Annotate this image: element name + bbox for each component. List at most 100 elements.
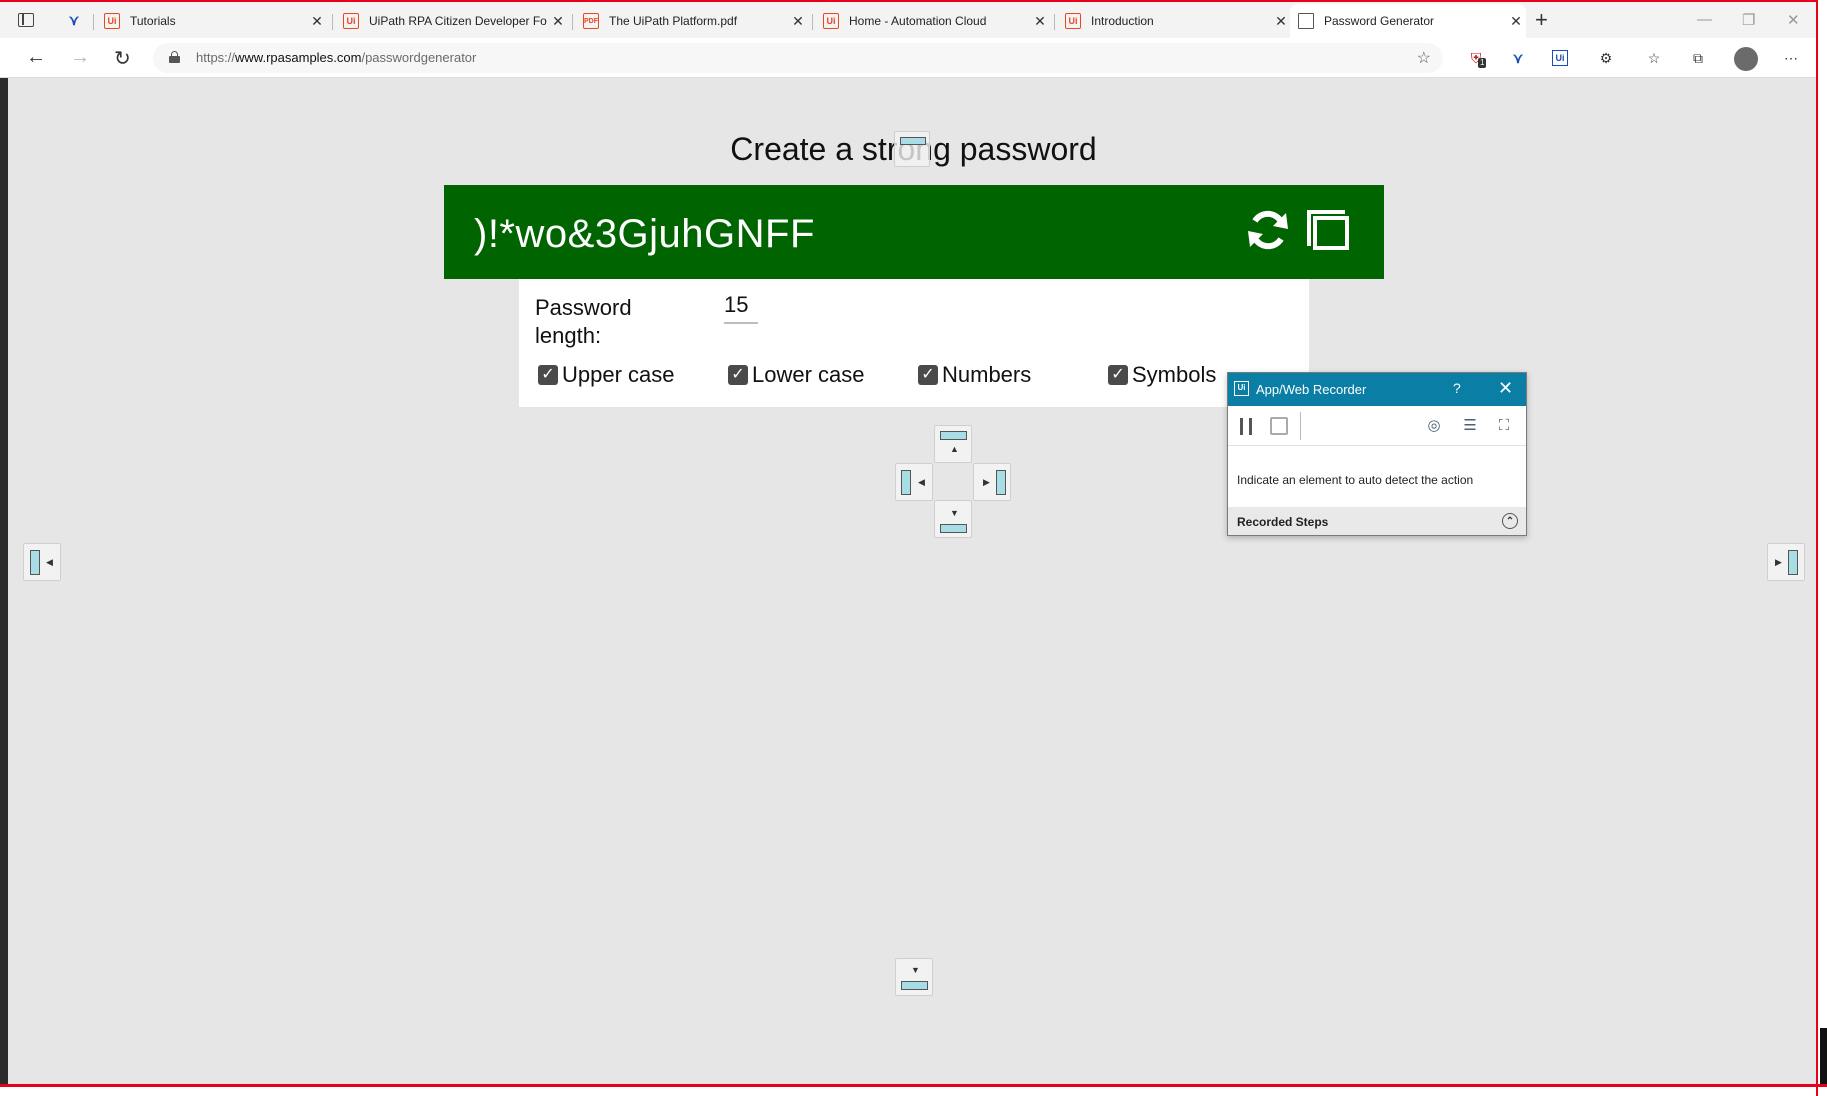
recorder-toolbar: ◎ ☰ ⛶ [1228, 406, 1526, 446]
scroll-right-edge-handle-icon[interactable]: ▶ [1767, 543, 1805, 581]
selection-frame [1816, 0, 1818, 1096]
handle-bar [900, 137, 926, 145]
options-panel: Password length: 15 ✓ Upper case ✓ Lower… [519, 279, 1309, 407]
tab-password-generator[interactable]: Password Generator ✕ [1290, 4, 1526, 38]
uipath-icon: Ui [104, 13, 120, 29]
url-host: www.rpasamples.com [235, 50, 362, 65]
scroll-right-handle-icon[interactable]: ▶ [973, 463, 1011, 501]
collections-icon[interactable]: ⧉ [1688, 49, 1708, 67]
add-favorite-icon[interactable]: ☆ [1417, 48, 1431, 68]
tab-tutorials[interactable]: Ui Tutorials ✕ [96, 4, 327, 38]
new-tab-button[interactable]: + [1535, 9, 1548, 31]
checkbox-checked-icon[interactable]: ✓ [728, 365, 748, 385]
checkbox-checked-icon[interactable]: ✓ [1108, 365, 1128, 385]
tab-label: The UiPath Platform.pdf [609, 14, 738, 28]
uipath-extension-icon[interactable]: Ui [1552, 50, 1568, 66]
scrollbar-thumb[interactable] [1820, 1028, 1827, 1084]
target-icon[interactable]: ◎ [1424, 416, 1444, 436]
extension-badge: 1 [1478, 58, 1487, 68]
shield-extension-icon[interactable]: ⛨ 1 [1466, 49, 1487, 68]
selection-frame [0, 1084, 1827, 1087]
tab-label: Password Generator [1324, 14, 1435, 28]
close-window-icon[interactable]: ✕ [1787, 11, 1800, 29]
scroll-bottom-handle-icon[interactable]: ▼ [895, 958, 933, 996]
address-bar: ← → ↻ https://www.rpasamples.com/passwor… [0, 38, 1827, 78]
vpn-extension-icon[interactable]: ⋎ [1508, 49, 1528, 67]
option-symbols[interactable]: ✓ Symbols [1108, 362, 1216, 388]
screen-capture-icon[interactable]: ⛶ [1494, 416, 1514, 436]
close-tab-icon[interactable]: ✕ [1030, 13, 1050, 30]
option-label: Lower case [752, 362, 865, 387]
checkbox-checked-icon[interactable]: ✓ [538, 365, 558, 385]
scroll-up-handle-icon[interactable] [894, 131, 930, 167]
favorites-icon[interactable]: ☆ [1644, 49, 1664, 67]
tab-introduction[interactable]: Ui Introduction ✕ [1057, 4, 1291, 38]
recorded-steps-header[interactable]: Recorded Steps ⌃ [1228, 507, 1526, 535]
close-tab-icon[interactable]: ✕ [1506, 13, 1526, 30]
option-numbers[interactable]: ✓ Numbers [918, 362, 1031, 388]
tab-separator [332, 14, 333, 30]
pause-icon[interactable] [1240, 418, 1252, 435]
help-button[interactable]: ? [1453, 380, 1461, 396]
option-label: Numbers [942, 362, 1032, 387]
refresh-icon[interactable]: ↻ [114, 46, 131, 71]
pdf-icon: PDF [583, 13, 599, 29]
option-upper-case[interactable]: ✓ Upper case [538, 362, 675, 388]
more-options-icon[interactable]: ⋯ [1781, 49, 1801, 67]
tab-separator [812, 14, 813, 30]
recorder-message: Indicate an element to auto detect the a… [1237, 473, 1474, 487]
tab-separator [572, 14, 573, 30]
collapse-icon[interactable]: ⌃ [1502, 513, 1518, 529]
uipath-icon: Ui [1065, 13, 1081, 29]
app-web-recorder: Ui App/Web Recorder ? ✕ ◎ ☰ ⛶ Indicate a… [1227, 372, 1527, 536]
close-icon[interactable]: ✕ [1498, 378, 1513, 399]
url-path: /passwordgenerator [361, 50, 477, 65]
uipath-icon: Ui [343, 13, 359, 29]
copy-password-icon[interactable] [1307, 210, 1349, 250]
url-field[interactable]: https://www.rpasamples.com/passwordgener… [153, 43, 1443, 73]
password-length-input[interactable]: 15 [724, 292, 758, 324]
checkbox-checked-icon[interactable]: ✓ [918, 365, 938, 385]
url-text[interactable]: https://www.rpasamples.com/passwordgener… [196, 50, 476, 65]
option-label: Upper case [562, 362, 675, 387]
extensions-icon[interactable]: ⚙ [1596, 49, 1616, 67]
close-tab-icon[interactable]: ✕ [788, 13, 808, 30]
option-label: Symbols [1132, 362, 1217, 387]
toolbar-separator [1300, 412, 1301, 440]
back-icon[interactable]: ← [26, 46, 46, 69]
scroll-up-handle-icon[interactable]: ▲ [934, 425, 972, 463]
refresh-password-icon[interactable] [1244, 206, 1292, 254]
tab-label: Introduction [1091, 14, 1154, 28]
left-edge [0, 78, 8, 1086]
url-prefix: https:// [196, 50, 236, 65]
lock-icon [169, 51, 180, 63]
scroll-down-handle-icon[interactable]: ▼ [934, 500, 972, 538]
password-bar: )!*wo&3GjuhGNFF [444, 185, 1384, 279]
tab-uipath-rpa[interactable]: Ui UiPath RPA Citizen Developer Fo ✕ [335, 4, 568, 38]
scroll-left-edge-handle-icon[interactable]: ◀ [23, 543, 61, 581]
scroll-left-handle-icon[interactable]: ◀ [895, 463, 933, 501]
tab-separator [93, 14, 94, 30]
password-length-label: Password length: [535, 295, 632, 348]
forward-icon[interactable]: → [70, 46, 90, 69]
option-lower-case[interactable]: ✓ Lower case [728, 362, 865, 388]
close-tab-icon[interactable]: ✕ [1271, 13, 1291, 30]
vpn-extension-icon[interactable]: ⋎ [64, 11, 84, 29]
save-icon[interactable] [1270, 417, 1288, 435]
tab-actions-icon[interactable] [18, 13, 34, 27]
restore-icon[interactable]: ❐ [1742, 11, 1755, 29]
window-frame [1818, 0, 1827, 1096]
recorded-steps-label: Recorded Steps [1237, 515, 1329, 529]
tab-label: Tutorials [130, 14, 176, 28]
uipath-icon: Ui [823, 13, 839, 29]
close-tab-icon[interactable]: ✕ [307, 13, 327, 30]
profile-avatar[interactable] [1734, 47, 1758, 71]
tab-uipath-platform-pdf[interactable]: PDF The UiPath Platform.pdf ✕ [575, 4, 808, 38]
list-settings-icon[interactable]: ☰ [1460, 416, 1480, 436]
page-icon [1298, 13, 1314, 29]
tab-strip: ⋎ Ui Tutorials ✕ Ui UiPath RPA Citizen D… [0, 0, 1827, 38]
minimize-icon[interactable]: — [1697, 11, 1712, 28]
tab-label: UiPath RPA Citizen Developer Fo [369, 14, 547, 28]
close-tab-icon[interactable]: ✕ [548, 13, 568, 30]
tab-automation-cloud[interactable]: Ui Home - Automation Cloud ✕ [815, 4, 1050, 38]
